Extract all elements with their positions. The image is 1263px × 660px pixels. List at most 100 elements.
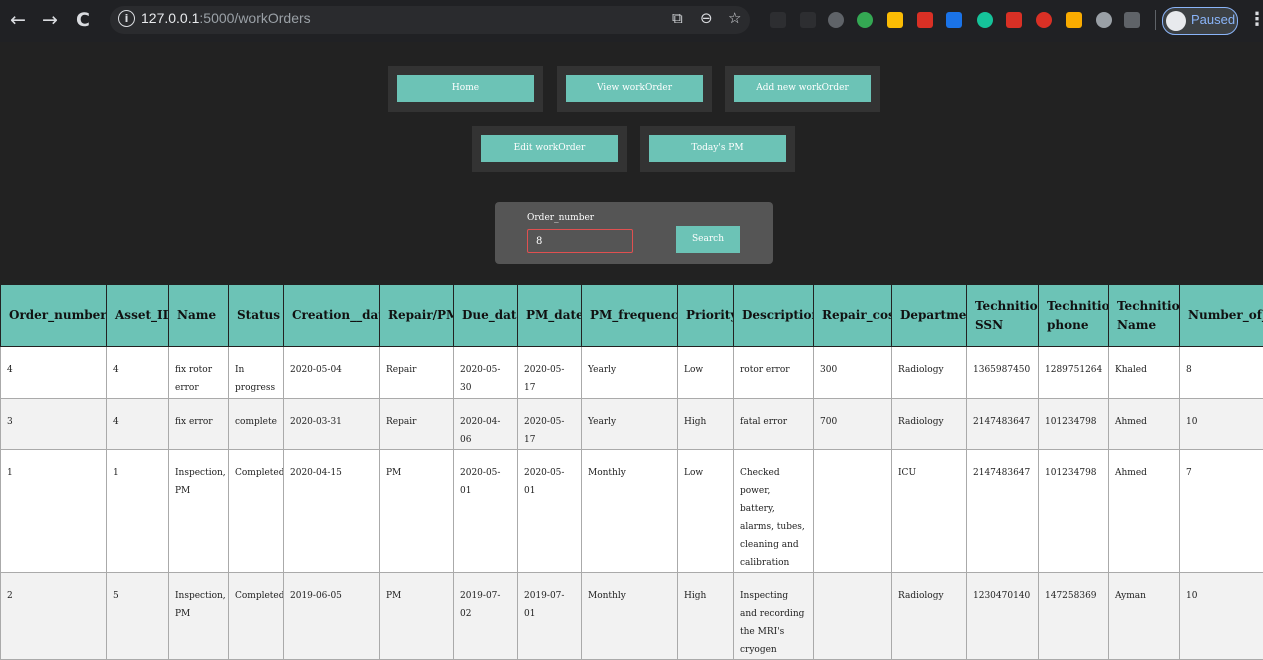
table-cell: Monthly: [582, 450, 678, 573]
table-cell: 300: [814, 347, 892, 399]
ext-yellow-icon[interactable]: [887, 12, 903, 28]
column-header: Technition phone: [1039, 285, 1109, 347]
column-header: Number_of_hours: [1180, 285, 1263, 347]
site-info-icon[interactable]: i: [118, 10, 135, 27]
table-cell: 1230470140: [967, 573, 1039, 660]
table-cell: [814, 573, 892, 660]
table-cell: PM: [380, 573, 454, 660]
table-cell: 101234798: [1039, 399, 1109, 450]
column-header: Description: [734, 285, 814, 347]
todays-pm-button[interactable]: Today's PM: [649, 135, 786, 162]
table-cell: 700: [814, 399, 892, 450]
table-cell: rotor error: [734, 347, 814, 399]
column-header: Order_number: [1, 285, 107, 347]
search-label: Order_number: [527, 213, 594, 223]
table-row: 1 1 Inspection, PM Completed 2020-04-15 …: [1, 450, 1263, 573]
table-cell: 10: [1180, 399, 1263, 450]
table-cell: 2020-05-17: [518, 399, 582, 450]
nav-box-add: Add new workOrder: [725, 66, 880, 112]
search-button[interactable]: Search: [676, 226, 740, 253]
column-header: Asset_ID: [107, 285, 169, 347]
table-cell: Radiology: [892, 573, 967, 660]
view-workorder-button[interactable]: View workOrder: [566, 75, 703, 102]
table-cell: 2147483647: [967, 399, 1039, 450]
ext-check-icon[interactable]: [1066, 12, 1082, 28]
browser-toolbar: ← → C i 127.0.0.1:5000/workOrders ⧉ ⊖ ☆ …: [0, 0, 1263, 42]
nav-box-today: Today's PM: [640, 126, 795, 172]
table-cell: fatal error: [734, 399, 814, 450]
table-cell: Inspection, PM: [169, 573, 229, 660]
table-cell: Ayman: [1109, 573, 1180, 660]
profile-button[interactable]: Paused: [1162, 7, 1238, 35]
ext-r-icon[interactable]: [800, 12, 816, 28]
ext-new-icon[interactable]: [946, 12, 962, 28]
column-header: Priority: [678, 285, 734, 347]
table-cell: fix error: [169, 399, 229, 450]
column-header: PM_frequency: [582, 285, 678, 347]
column-header: Creation__date: [284, 285, 380, 347]
table-row: 4 4 fix rotor error In progress 2020-05-…: [1, 347, 1263, 399]
column-header: Technition Name: [1109, 285, 1180, 347]
table-cell: Completed: [229, 573, 284, 660]
add-workorder-button[interactable]: Add new workOrder: [734, 75, 871, 102]
table-cell: 2: [1, 573, 107, 660]
ext-gmail-icon[interactable]: [1036, 12, 1052, 28]
edit-workorder-button[interactable]: Edit workOrder: [481, 135, 618, 162]
table-cell: PM: [380, 450, 454, 573]
table-cell: Repair: [380, 399, 454, 450]
ext-pdf-icon[interactable]: [917, 12, 933, 28]
column-header: Repair_cost: [814, 285, 892, 347]
table-cell: 1: [107, 450, 169, 573]
back-arrow-icon[interactable]: ←: [10, 8, 26, 32]
table-cell: 4: [107, 347, 169, 399]
star-icon[interactable]: ☆: [728, 9, 741, 27]
workorders-table: Order_number Asset_ID Name Status Creati…: [0, 284, 1263, 660]
table-cell: 147258369: [1039, 573, 1109, 660]
ext-circle-icon[interactable]: [1096, 12, 1112, 28]
table-cell: Radiology: [892, 399, 967, 450]
table-cell: 101234798: [1039, 450, 1109, 573]
ext-chat-icon[interactable]: [828, 12, 844, 28]
url-text[interactable]: 127.0.0.1:5000/workOrders: [141, 10, 311, 26]
home-button[interactable]: Home: [397, 75, 534, 102]
table-cell: Low: [678, 347, 734, 399]
table-cell: High: [678, 573, 734, 660]
order-number-input[interactable]: [527, 229, 633, 253]
table-cell: 4: [107, 399, 169, 450]
table-cell: Monthly: [582, 573, 678, 660]
nav-box-view: View workOrder: [557, 66, 712, 112]
ext-green-bubble-icon[interactable]: [857, 12, 873, 28]
nav-box-home: Home: [388, 66, 543, 112]
search-panel: Order_number Search: [495, 202, 773, 264]
table-cell: Repair: [380, 347, 454, 399]
table-cell: 10: [1180, 573, 1263, 660]
menu-dots-icon[interactable]: ⋮: [1248, 9, 1263, 30]
reload-icon[interactable]: C: [76, 8, 90, 32]
table-cell: 2147483647: [967, 450, 1039, 573]
table-cell: 1: [1, 450, 107, 573]
column-header: Name: [169, 285, 229, 347]
ext-off-icon[interactable]: [1006, 12, 1022, 28]
translate-icon[interactable]: ⧉: [672, 9, 683, 27]
table-cell: 1289751264: [1039, 347, 1109, 399]
table-cell: Inspection, PM: [169, 450, 229, 573]
column-header: Repair/PM: [380, 285, 454, 347]
ext-dark-icon[interactable]: [770, 12, 786, 28]
column-header: Technition SSN: [967, 285, 1039, 347]
table-row: 2 5 Inspection, PM Completed 2019-06-05 …: [1, 573, 1263, 660]
table-cell: Ahmed: [1109, 399, 1180, 450]
table-cell: In progress: [229, 347, 284, 399]
table-cell: Low: [678, 450, 734, 573]
table-cell: 2020-05-01: [518, 450, 582, 573]
zoom-icon[interactable]: ⊖: [700, 9, 713, 27]
table-cell: 2019-06-05: [284, 573, 380, 660]
table-cell: Completed: [229, 450, 284, 573]
table-cell: Khaled: [1109, 347, 1180, 399]
table-cell: Yearly: [582, 399, 678, 450]
table-cell: 5: [107, 573, 169, 660]
ext-square-icon[interactable]: [1124, 12, 1140, 28]
forward-arrow-icon[interactable]: →: [42, 8, 58, 32]
ext-grammarly-icon[interactable]: [977, 12, 993, 28]
avatar: [1166, 11, 1186, 31]
table-cell: High: [678, 399, 734, 450]
